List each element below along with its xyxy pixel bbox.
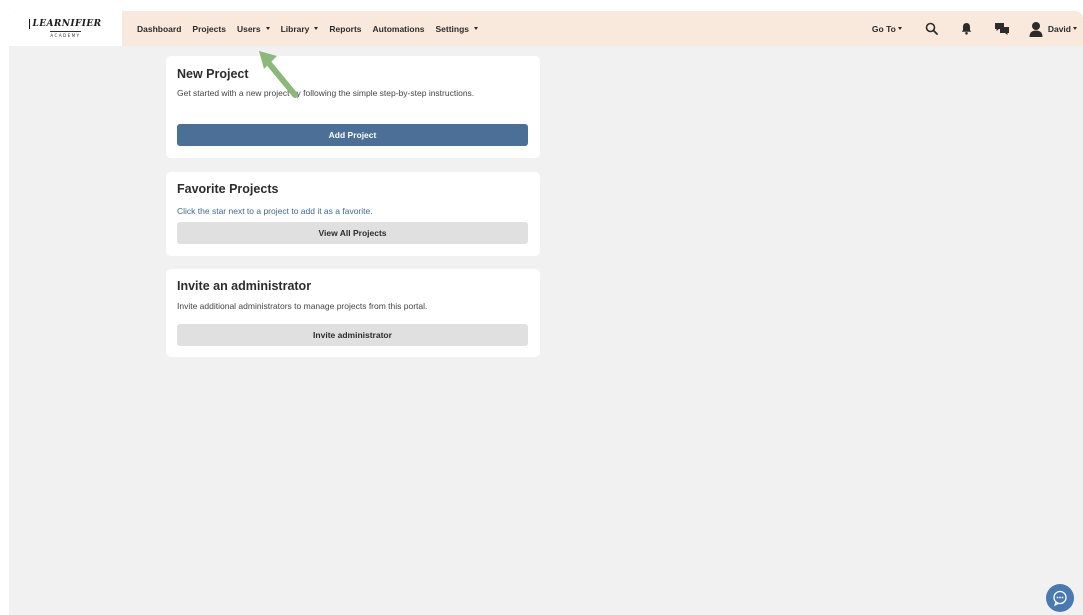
chevron-down-icon	[314, 27, 319, 30]
nav-users[interactable]: Users	[237, 24, 270, 34]
view-all-projects-button[interactable]: View All Projects	[177, 222, 528, 244]
utility-nav: Go To David	[872, 11, 1083, 46]
new-project-card: New Project Get started with a new proje…	[166, 56, 540, 158]
chevron-down-icon	[265, 27, 270, 30]
user-menu[interactable]: David	[1029, 21, 1077, 37]
new-project-title: New Project	[177, 67, 249, 81]
nav-dashboard-label: Dashboard	[137, 23, 182, 34]
nav-settings-label: Settings	[435, 23, 470, 34]
nav-settings[interactable]: Settings	[436, 24, 479, 34]
chevron-down-icon	[474, 27, 479, 30]
nav-dashboard[interactable]: Dashboard	[137, 24, 181, 34]
nav-automations-label: Automations	[372, 23, 425, 34]
favorite-projects-hint: Click the star next to a project to add …	[177, 206, 373, 216]
goto-menu[interactable]: Go To	[872, 24, 902, 34]
main-nav: Dashboard Projects Users Library Reports…	[137, 11, 479, 46]
new-project-description: Get started with a new project by follow…	[177, 88, 475, 98]
nav-reports-label: Reports	[329, 23, 362, 34]
nav-automations[interactable]: Automations	[373, 24, 425, 34]
favorite-projects-card: Favorite Projects Click the star next to…	[166, 172, 540, 256]
chat-bubbles-icon[interactable]	[994, 21, 1010, 37]
app-window: LEARNIFIER ACADEMY Dashboard Projects Us…	[9, 11, 1083, 615]
search-icon[interactable]	[924, 21, 940, 37]
invite-administrator-button[interactable]: Invite administrator	[177, 324, 528, 346]
add-project-button[interactable]: Add Project	[177, 124, 528, 146]
goto-label: Go To	[871, 23, 896, 34]
user-avatar-icon	[1029, 21, 1043, 37]
bell-icon[interactable]	[959, 21, 975, 37]
nav-users-label: Users	[236, 23, 261, 34]
logo-text: LEARNIFIER	[29, 19, 101, 29]
brand-logo[interactable]: LEARNIFIER ACADEMY	[9, 11, 122, 46]
user-name-wrap: David	[1048, 24, 1077, 34]
nav-projects-label: Projects	[192, 23, 226, 34]
chat-bubble-icon	[1053, 590, 1067, 606]
nav-projects[interactable]: Projects	[192, 24, 226, 34]
nav-library-label: Library	[280, 23, 310, 34]
nav-library[interactable]: Library	[281, 24, 319, 34]
invite-administrator-title: Invite an administrator	[177, 279, 312, 293]
chevron-down-icon	[1073, 27, 1077, 30]
favorite-projects-title: Favorite Projects	[177, 182, 279, 196]
top-navigation-bar: LEARNIFIER ACADEMY Dashboard Projects Us…	[9, 11, 1083, 46]
chat-support-button[interactable]	[1046, 584, 1074, 612]
invite-administrator-description: Invite additional administrators to mana…	[177, 301, 428, 311]
nav-reports[interactable]: Reports	[329, 24, 361, 34]
user-name: David	[1047, 23, 1071, 34]
logo-subtext: ACADEMY	[50, 31, 81, 38]
invite-administrator-card: Invite an administrator Invite additiona…	[166, 269, 540, 357]
chevron-down-icon	[897, 27, 902, 30]
